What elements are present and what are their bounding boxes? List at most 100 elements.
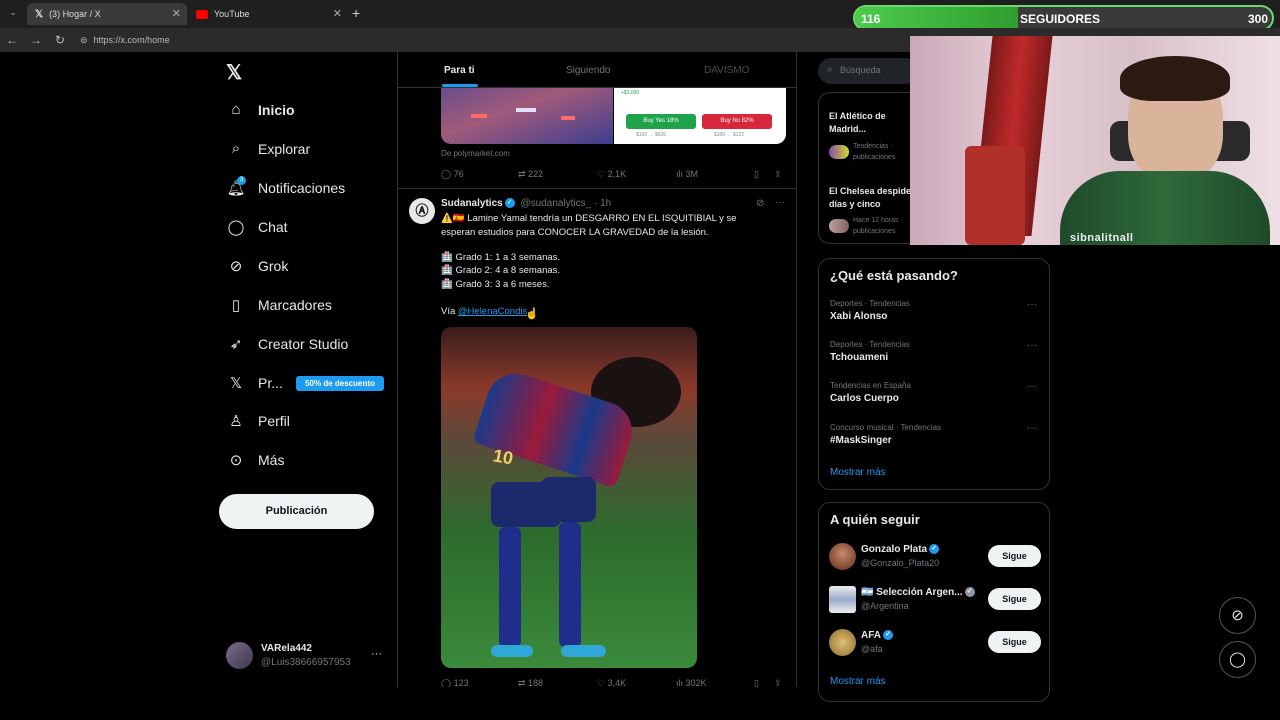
player-leg (499, 527, 521, 647)
account-handle: @afa (861, 644, 883, 654)
url-field[interactable]: ⊜ https://x.com/home (80, 35, 170, 46)
post-handle[interactable]: @sudanalytics_ (520, 198, 591, 209)
follow-button[interactable]: Sigue (988, 545, 1041, 567)
more-icon[interactable]: ··· (775, 197, 785, 208)
post-time[interactable]: · 1h (594, 198, 611, 209)
more-icon[interactable]: ··· (1027, 381, 1037, 392)
sidebar-item-notificaciones[interactable]: 🔔︎ 3 Notificaciones (226, 176, 345, 197)
reply-button[interactable]: ◯ 76 (441, 169, 464, 180)
like-button[interactable]: ♡ 2,1K (597, 169, 626, 180)
sidebar-item-creator-studio[interactable]: ➶ Creator Studio (226, 335, 349, 353)
site-info-icon[interactable]: ⊜ (80, 35, 88, 46)
account-menu-icon[interactable]: ··· (371, 648, 382, 660)
avatar[interactable] (829, 586, 856, 613)
trends-title: ¿Qué está pasando? (830, 268, 958, 283)
close-icon[interactable]: ✕ (333, 7, 342, 20)
post-source[interactable]: De polymarket.com (441, 149, 510, 158)
premium-discount-badge[interactable]: 50% de descuento (296, 376, 384, 391)
grok-icon: ⊘ (229, 258, 243, 275)
trend-name[interactable]: #MaskSinger (830, 435, 892, 446)
tab-youtube[interactable]: YouTube ✕ (188, 3, 348, 25)
reply-count: 123 (453, 678, 469, 687)
repost-button[interactable]: ⇄ 222 (518, 169, 543, 180)
sidebar-item-marcadores[interactable]: ▯ Marcadores (226, 296, 332, 314)
sidebar-item-premium[interactable]: 𝕏 Pr... (226, 374, 283, 392)
views-button[interactable]: ılı 302K (676, 678, 707, 687)
chat-icon[interactable]: ◯ (1219, 641, 1256, 678)
post-author[interactable]: Sudanalytics (441, 198, 503, 209)
back-icon[interactable]: ← (0, 33, 24, 47)
trend-name[interactable]: Xabi Alonso (830, 311, 887, 322)
trend-name[interactable]: Carlos Cuerpo (830, 393, 899, 404)
poll-yes-payout: $100 → $526 (636, 132, 667, 138)
via-label: Vía (441, 306, 458, 317)
account-name[interactable]: Gonzalo Plata ✓ (861, 544, 940, 555)
follower-count: 116 (861, 12, 881, 26)
forward-icon[interactable]: → (24, 33, 48, 47)
search-input[interactable]: ⌕ Búsqueda (818, 58, 918, 84)
news-avatars (829, 145, 849, 159)
trend-name[interactable]: Tchouameni (830, 352, 888, 363)
mention-link[interactable]: @HelenaCondis (458, 306, 527, 317)
account-name[interactable]: AFA ✓ (861, 630, 893, 641)
repost-button[interactable]: ⇄ 188 (518, 678, 543, 687)
views-button[interactable]: ılı 3M (676, 169, 698, 179)
show-more-link[interactable]: Mostrar más (830, 467, 886, 478)
tab-siguiendo[interactable]: Siguiendo (566, 65, 610, 76)
avatar[interactable] (829, 543, 856, 570)
buy-yes-button[interactable]: Buy Yes 18% (626, 114, 696, 129)
sidebar-item-label: Más (258, 452, 285, 468)
share-icon[interactable]: ⇪ (774, 678, 782, 687)
tab-x-home[interactable]: 𝕏 (3) Hogar / X ✕ (27, 3, 187, 25)
grok-icon[interactable]: ⊘ (1219, 597, 1256, 634)
buy-no-button[interactable]: Buy No 82% (702, 114, 772, 129)
sidebar-item-label: Pr... (258, 375, 283, 391)
avatar[interactable] (226, 642, 253, 669)
more-icon[interactable]: ··· (1027, 340, 1037, 351)
sidebar-item-mas[interactable]: ⊙ Más (226, 451, 285, 469)
repost-count: 188 (528, 678, 544, 687)
tab-list-chevron-icon[interactable]: ⌄ (5, 7, 21, 21)
active-tab-indicator (442, 84, 478, 87)
reply-count: 76 (453, 169, 464, 179)
follow-button[interactable]: Sigue (988, 588, 1041, 610)
sidebar-item-inicio[interactable]: ⌂ Inicio (226, 101, 294, 118)
like-button[interactable]: ♡ 3,4K (597, 678, 626, 687)
sidebar-item-explorar[interactable]: ⌕ Explorar (226, 140, 310, 157)
post-button[interactable]: Publicación (219, 494, 374, 529)
post-header: Sudanalytics ✓ @sudanalytics_ · 1h (441, 198, 611, 209)
more-icon[interactable]: ··· (1027, 299, 1037, 310)
grok-icon[interactable]: ⊘ (756, 198, 764, 209)
person-icon: ♙ (229, 413, 243, 430)
news-title[interactable]: El Atlético de Madrid... rendimiento con (829, 110, 919, 138)
reload-icon[interactable]: ↻ (48, 33, 72, 47)
reply-button[interactable]: ◯ 123 (441, 678, 469, 687)
news-title[interactable]: El Chelsea despide... días y cinco derro… (829, 185, 919, 213)
bookmark-icon[interactable]: ▯ (754, 678, 759, 687)
bell-icon: 🔔︎ 3 (226, 176, 246, 197)
poll-top-value: +$2,000 (621, 90, 640, 96)
post-media-image[interactable] (441, 88, 613, 144)
post-media-image[interactable]: 10 (441, 327, 697, 668)
trend-meta: Deportes · Tendencias (830, 299, 910, 308)
sidebar-item-grok[interactable]: ⊘ Grok (226, 257, 289, 275)
close-icon[interactable]: ✕ (172, 7, 181, 20)
user-handle: @Luis38666957953 (261, 657, 351, 668)
account-name[interactable]: 🇦🇷 Selección Argen... ✓ (861, 587, 975, 598)
avatar[interactable]: Ⓐ (409, 198, 435, 224)
share-icon[interactable]: ⇪ (774, 169, 782, 180)
x-logo-icon[interactable]: 𝕏 (226, 60, 242, 85)
plus-icon[interactable]: + (352, 5, 360, 21)
avatar[interactable] (829, 629, 856, 656)
bookmark-icon[interactable]: ▯ (754, 169, 759, 180)
poll-card[interactable]: +$2,000 Buy Yes 18% Buy No 82% $100 → $5… (614, 88, 786, 144)
follow-button[interactable]: Sigue (988, 631, 1041, 653)
more-icon[interactable]: ··· (1027, 423, 1037, 434)
tab-davismo[interactable]: DAVISMO (704, 65, 749, 76)
show-more-link[interactable]: Mostrar más (830, 676, 886, 687)
account-handle: @Gonzalo_Plata20 (861, 558, 940, 568)
tab-para-ti[interactable]: Para ti (444, 65, 475, 76)
sidebar-item-chat[interactable]: ◯ Chat (226, 218, 288, 236)
sidebar-item-perfil[interactable]: ♙ Perfil (226, 412, 290, 430)
repost-count: 222 (528, 169, 544, 179)
